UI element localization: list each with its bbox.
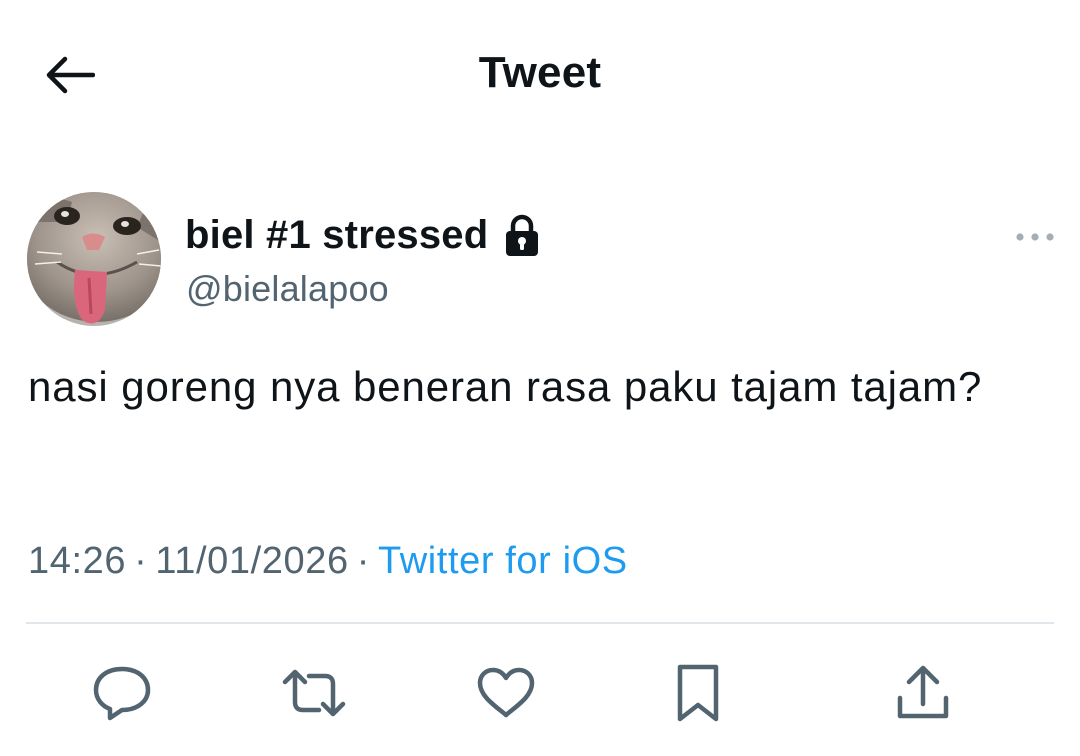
page-title: Tweet <box>478 48 602 97</box>
bookmark-icon <box>674 663 722 723</box>
top-bar: Tweet <box>0 0 1080 150</box>
retweet-button[interactable] <box>281 660 347 726</box>
retweet-icon <box>281 668 347 718</box>
like-button[interactable] <box>473 660 539 726</box>
tweet-metadata: 14:26 · 11/01/2026 · Twitter for iOS <box>28 540 628 583</box>
like-icon <box>476 667 536 719</box>
share-button[interactable] <box>890 660 956 726</box>
share-icon <box>895 664 951 722</box>
more-horizontal-icon <box>1015 232 1055 242</box>
tweet-time: 14:26 <box>28 540 127 582</box>
lock-icon <box>504 213 540 257</box>
avatar[interactable] <box>27 192 161 326</box>
reply-button[interactable] <box>89 660 155 726</box>
author-handle[interactable]: @bielalapoo <box>186 268 389 310</box>
cat-avatar-image <box>27 192 161 326</box>
tweet-date: 11/01/2026 <box>155 540 349 582</box>
author-display-name: biel #1 stressed <box>185 212 489 257</box>
tweet-text: nasi goreng nya beneran rasa paku tajam … <box>28 363 983 410</box>
reply-icon <box>92 665 152 721</box>
divider <box>26 622 1054 624</box>
more-options-button[interactable] <box>1010 222 1060 252</box>
meta-separator: · <box>356 540 370 582</box>
tweet-source-link[interactable]: Twitter for iOS <box>378 540 628 582</box>
author-name-row[interactable]: biel #1 stressed <box>185 208 540 262</box>
meta-separator: · <box>134 540 148 582</box>
bookmark-button[interactable] <box>665 660 731 726</box>
